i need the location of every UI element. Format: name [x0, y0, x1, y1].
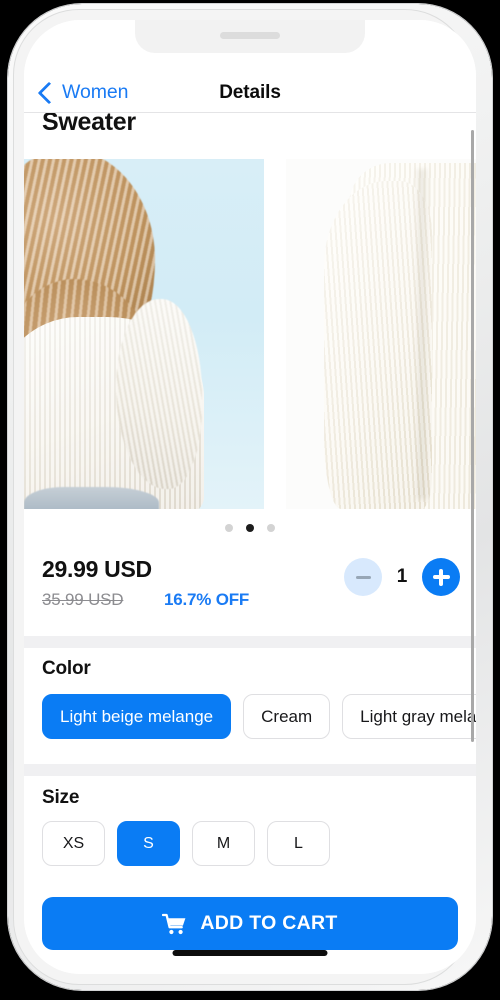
color-option-cream[interactable]: Cream [243, 694, 331, 739]
add-to-cart-button[interactable]: ADD TO CART [42, 897, 458, 950]
back-button-label: Women [62, 81, 129, 103]
original-price: 35.99 USD [42, 590, 124, 609]
quantity-stepper[interactable]: 1 [344, 558, 460, 596]
size-option-label: XS [62, 834, 85, 852]
add-to-cart-label: ADD TO CART [200, 912, 338, 934]
sleeve-shadow [414, 169, 430, 499]
section-divider-2 [24, 764, 476, 776]
size-option-label: M [216, 834, 231, 852]
size-option-m[interactable]: M [192, 821, 255, 866]
color-option-label: Light beige melange [60, 706, 214, 726]
section-divider-1 [24, 636, 476, 648]
product-scroll-view[interactable]: Sweater 29.99 USD 35.99 USD 16.7% OFF 1 … [24, 112, 476, 882]
quantity-value: 1 [396, 566, 408, 587]
home-indicator [172, 950, 328, 956]
color-section-label: Color [42, 658, 91, 679]
screenshot-stage: Details Women Sweater 29.99 USD 35.99 US… [0, 0, 500, 1000]
carousel-dot-3[interactable] [267, 524, 275, 532]
size-option-label: L [294, 834, 303, 852]
earpiece-speaker [220, 32, 280, 39]
price-section: 29.99 USD 35.99 USD 16.7% OFF 1 [24, 554, 476, 636]
carousel-dot-2[interactable] [246, 524, 254, 532]
flatlay-photo [286, 159, 476, 509]
phone-screen: Details Women Sweater 29.99 USD 35.99 US… [24, 20, 476, 974]
color-option-list[interactable]: Light beige melange Cream Light gray mel… [42, 694, 476, 739]
jeans-shape [24, 487, 159, 509]
size-option-label: S [143, 834, 154, 852]
size-option-s[interactable]: S [117, 821, 180, 866]
product-image-carousel[interactable] [24, 159, 476, 509]
chevron-left-icon [37, 81, 61, 104]
discount-badge: 16.7% OFF [164, 590, 250, 609]
app-root: Details Women Sweater 29.99 USD 35.99 US… [24, 20, 476, 974]
size-option-l[interactable]: L [267, 821, 330, 866]
carousel-dot-1[interactable] [225, 524, 233, 532]
minus-icon [355, 575, 371, 579]
vertical-scrollbar[interactable] [471, 130, 474, 742]
navigation-bar: Details Women [24, 73, 476, 113]
product-image-2[interactable] [286, 159, 476, 509]
carousel-page-dots[interactable] [24, 524, 476, 532]
phone-notch [135, 20, 365, 53]
product-name: Sweater [42, 112, 136, 136]
product-image-1[interactable] [24, 159, 264, 509]
quantity-increase-button[interactable] [422, 558, 460, 596]
size-option-xs[interactable]: XS [42, 821, 105, 866]
shopping-cart-icon [162, 913, 186, 934]
color-option-label: Cream [261, 706, 313, 726]
current-price: 29.99 USD [42, 556, 152, 582]
quantity-decrease-button[interactable] [344, 558, 382, 596]
color-option-light-beige-melange[interactable]: Light beige melange [42, 694, 232, 739]
color-option-light-gray-melange[interactable]: Light gray melange [342, 694, 476, 739]
color-option-label: Light gray melange [360, 706, 476, 726]
size-option-list[interactable]: XS S M L [42, 821, 330, 866]
plus-icon-vertical [439, 568, 443, 586]
model-photo [24, 159, 264, 509]
size-section-label: Size [42, 787, 80, 808]
back-button[interactable]: Women [37, 81, 129, 104]
